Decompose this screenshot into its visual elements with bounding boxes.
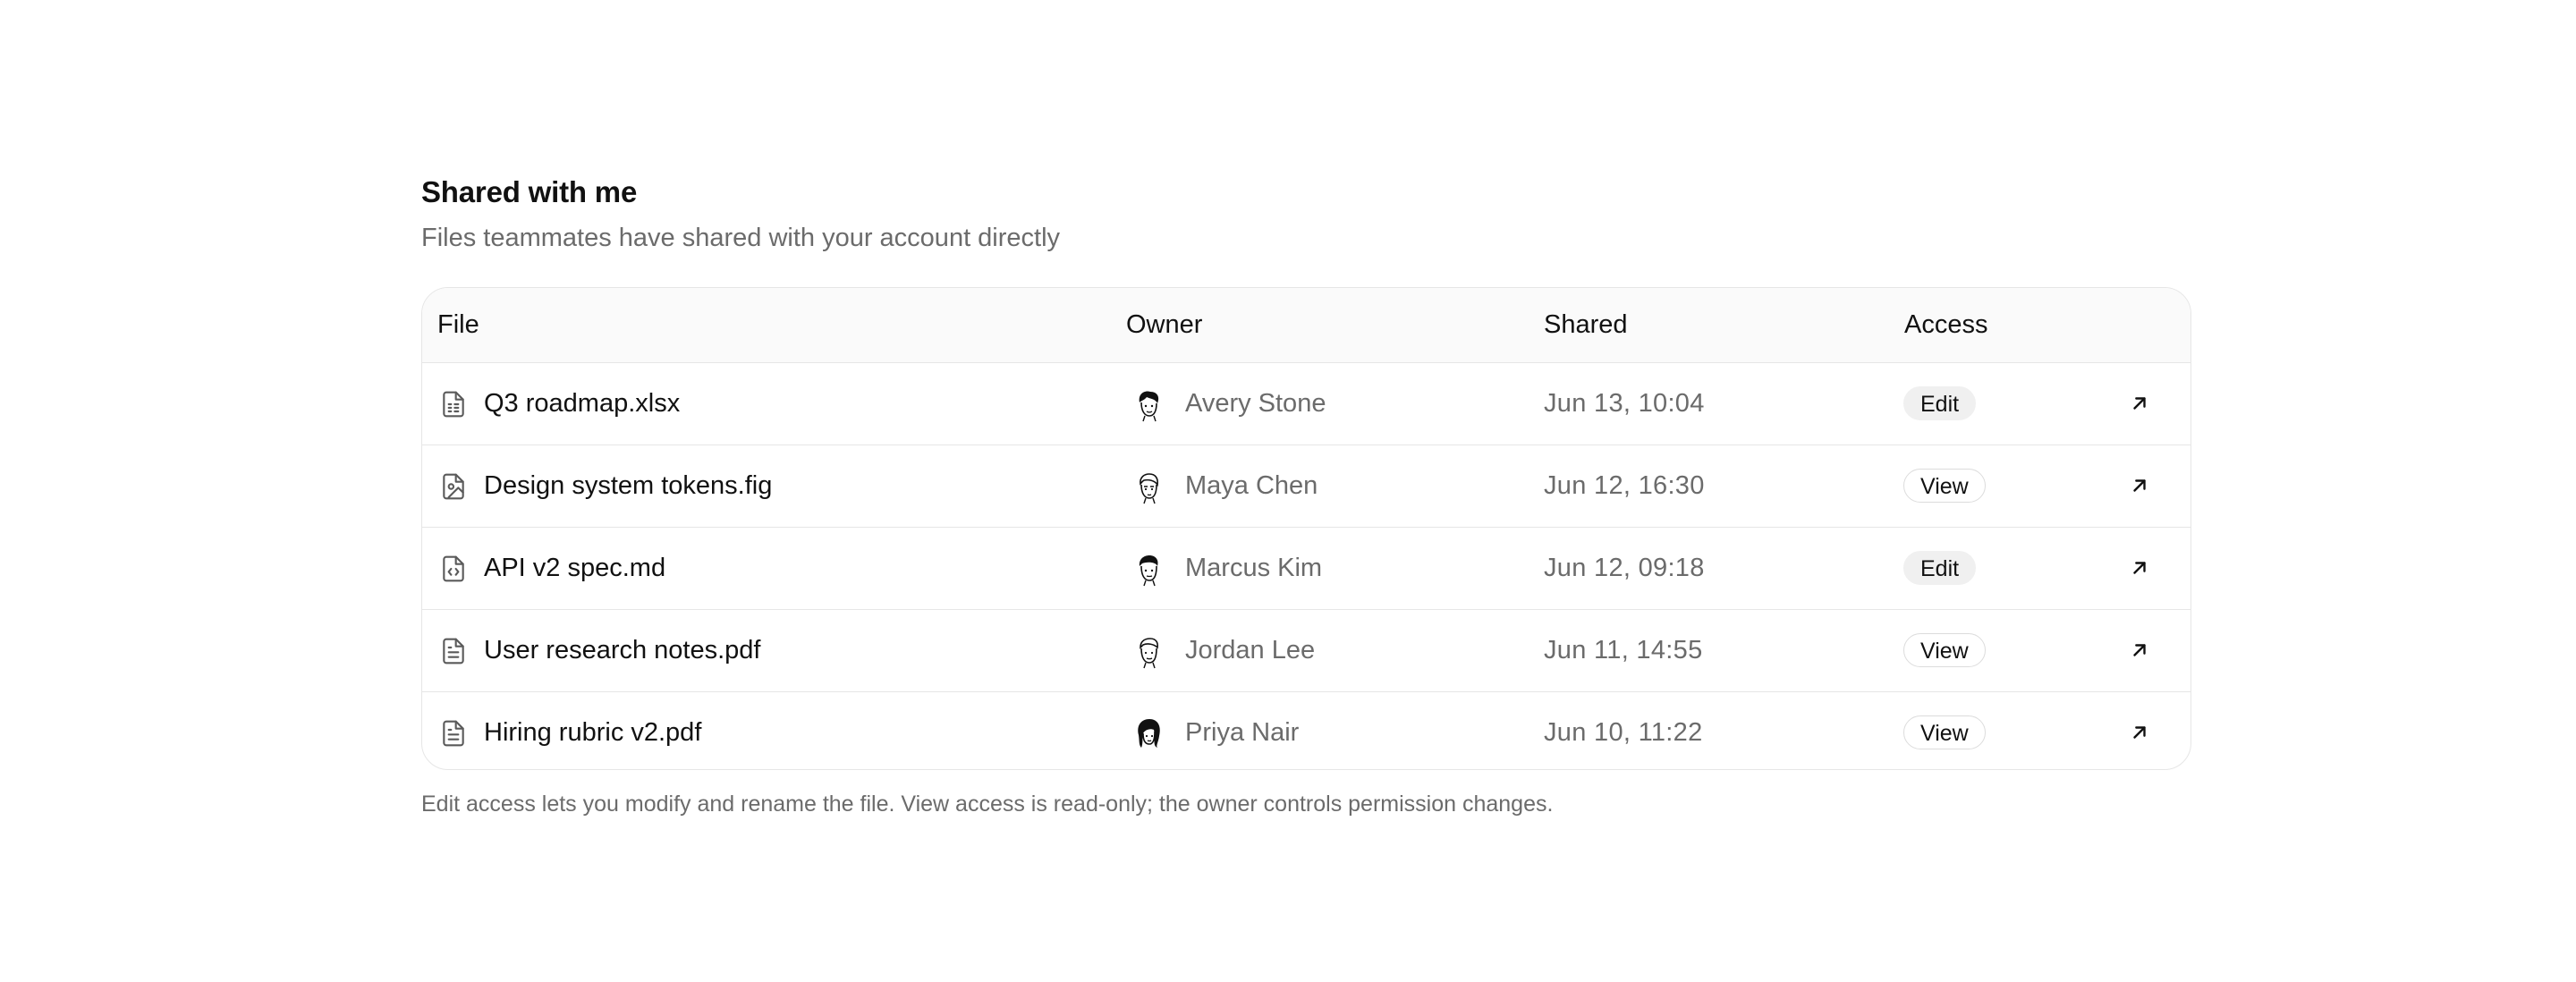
access-badge-view: View [1903, 633, 1986, 667]
image-file-icon [443, 473, 464, 500]
avatar [1139, 391, 1159, 422]
arrow-up-right-icon [2133, 644, 2146, 656]
access-badge-edit: Edit [1903, 551, 1977, 585]
column-header-owner: Owner [1126, 310, 1203, 339]
access-badge-edit: Edit [1903, 386, 1977, 420]
open-file-button[interactable] [2124, 553, 2155, 583]
owner-name: Priya Nair [1185, 718, 1300, 747]
arrow-up-right-icon [2133, 726, 2146, 739]
column-header-shared: Shared [1544, 310, 1628, 339]
text-file-icon [443, 638, 464, 665]
avatar [1140, 638, 1158, 669]
avatar [1138, 719, 1160, 748]
access-badge-view: View [1903, 469, 1986, 503]
page-subtitle: Files teammates have shared with your ac… [421, 224, 1061, 252]
owner-name: Marcus Kim [1185, 554, 1323, 582]
file-name[interactable]: API v2 spec.md [484, 528, 665, 609]
owner-name: Avery Stone [1185, 389, 1326, 418]
open-file-button[interactable] [2124, 470, 2155, 501]
shared-date: Jun 12, 16:30 [1544, 471, 1705, 500]
shared-files-table: File Owner Shared Access Q3 roadmap.xlsx… [421, 287, 2191, 770]
column-header-access: Access [1904, 310, 1988, 339]
arrow-up-right-icon [2133, 479, 2146, 492]
table-row[interactable]: Q3 roadmap.xlsx Avery Stone Jun 13, 10:0… [422, 363, 2190, 445]
table-row[interactable]: API v2 spec.md Marcus Kim Jun 12, 09:18 … [422, 528, 2190, 610]
avatar [1140, 473, 1158, 504]
open-file-button[interactable] [2124, 635, 2155, 665]
page-title: Shared with me [421, 175, 638, 208]
file-name[interactable]: Q3 roadmap.xlsx [484, 363, 680, 444]
shared-date: Jun 11, 14:55 [1544, 636, 1703, 665]
file-name[interactable]: User research notes.pdf [484, 610, 760, 691]
shared-date: Jun 13, 10:04 [1544, 389, 1705, 418]
spreadsheet-file-icon [443, 391, 464, 418]
arrow-up-right-icon [2133, 562, 2146, 574]
access-footnote: Edit access lets you modify and rename t… [421, 792, 1554, 817]
file-name[interactable]: Hiring rubric v2.pdf [484, 692, 701, 769]
arrow-up-right-icon [2133, 397, 2146, 410]
avatar [1139, 555, 1158, 587]
file-name[interactable]: Design system tokens.fig [484, 445, 772, 527]
owner-name: Jordan Lee [1185, 636, 1316, 665]
table-row[interactable]: Design system tokens.fig Maya Chen Jun 1… [422, 445, 2190, 528]
shared-date: Jun 12, 09:18 [1544, 554, 1705, 582]
open-file-button[interactable] [2124, 388, 2155, 419]
owner-name: Maya Chen [1185, 471, 1318, 500]
shared-date: Jun 10, 11:22 [1544, 718, 1703, 747]
open-file-button[interactable] [2124, 717, 2155, 748]
column-header-file: File [437, 310, 479, 339]
table-row[interactable]: User research notes.pdf Jordan Lee Jun 1… [422, 610, 2190, 692]
access-badge-view: View [1903, 715, 1986, 749]
table-row[interactable]: Hiring rubric v2.pdf Priya Nair Jun 10, … [422, 692, 2190, 769]
code-file-icon [443, 555, 464, 582]
table-header: File Owner Shared Access [422, 288, 2190, 363]
text-file-icon [443, 720, 464, 747]
